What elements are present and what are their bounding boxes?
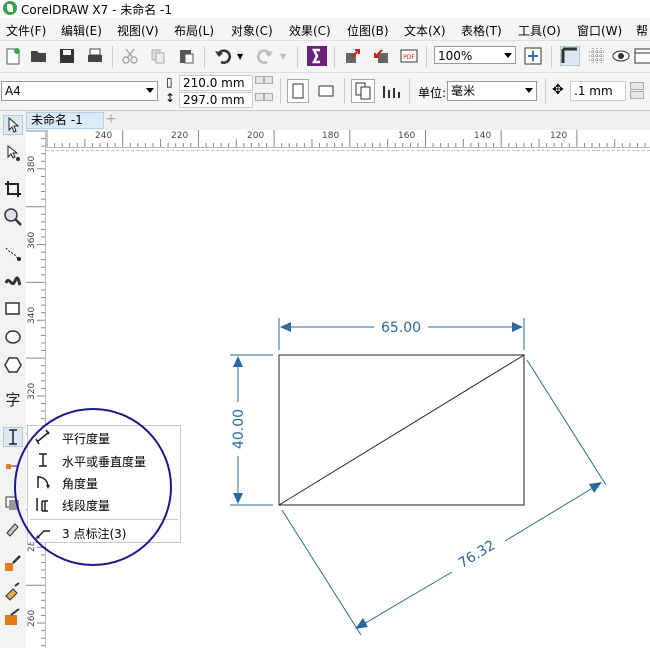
diagonal-line[interactable]: [278, 354, 525, 506]
height-dimension-label: 40.00: [231, 409, 247, 449]
diagonal-dimension[interactable]: [281, 359, 607, 636]
width-dimension-label: 65.00: [381, 320, 421, 336]
diagonal-dimension-label: 76.32: [456, 537, 499, 571]
highlight-circle: [14, 408, 172, 566]
